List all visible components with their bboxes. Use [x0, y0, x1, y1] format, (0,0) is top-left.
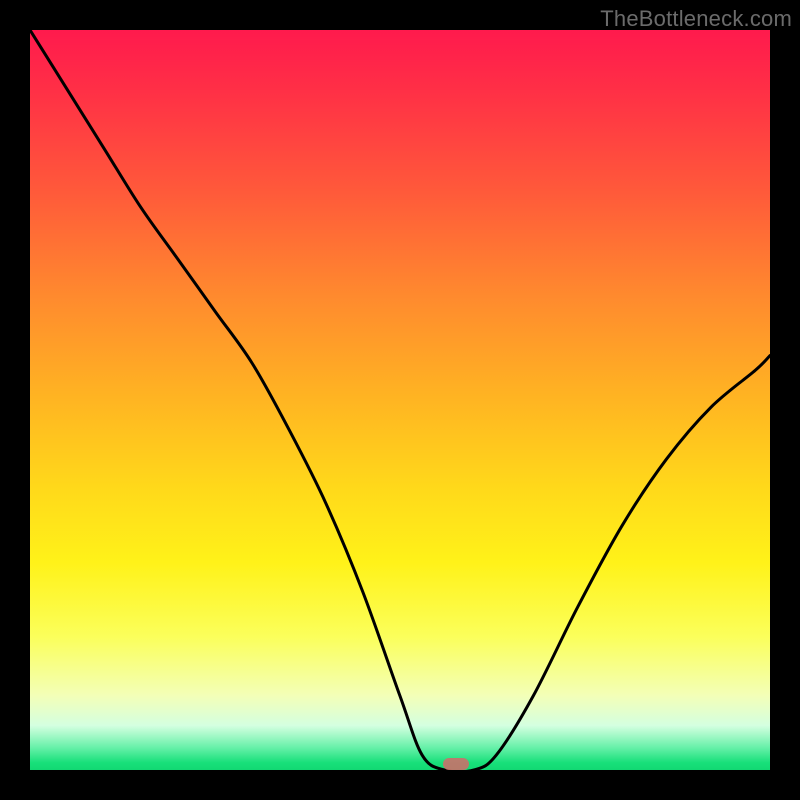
watermark-text: TheBottleneck.com: [600, 6, 792, 32]
chart-frame: TheBottleneck.com: [0, 0, 800, 800]
plot-area: [30, 30, 770, 770]
optimum-marker: [443, 758, 469, 770]
bottleneck-curve: [30, 30, 770, 770]
